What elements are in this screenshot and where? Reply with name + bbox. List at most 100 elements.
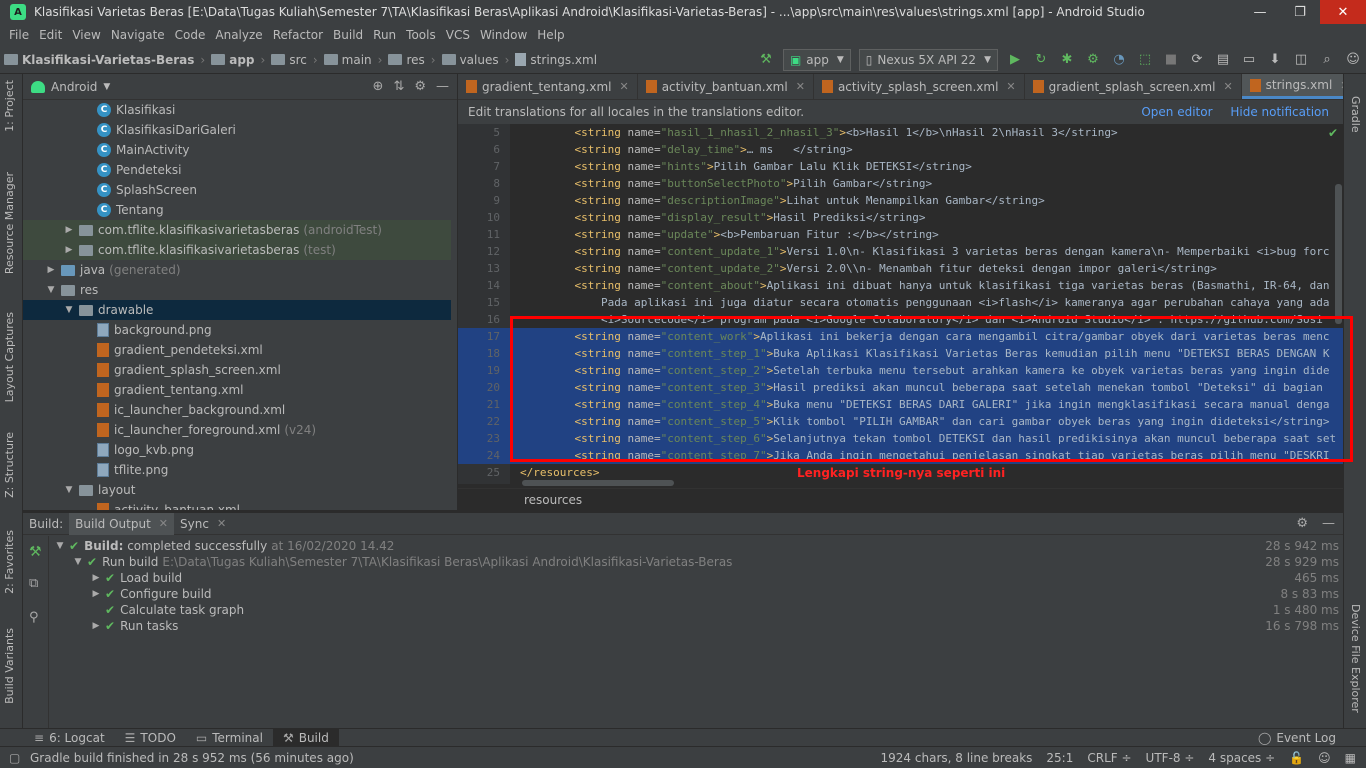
breadcrumb-resources[interactable]: resources xyxy=(524,493,582,507)
breadcrumb-main[interactable]: main xyxy=(320,53,376,67)
lock-icon[interactable]: 🔓 xyxy=(1289,751,1304,765)
menu-file[interactable]: File xyxy=(4,28,34,42)
collapse-icon[interactable]: ⇅ xyxy=(393,79,404,94)
code-line[interactable]: 13 <string name="content_update_2">Versi… xyxy=(458,260,1343,277)
tree-item[interactable]: gradient_pendeteksi.xml xyxy=(23,340,451,360)
tree-item[interactable]: C Pendeteksi xyxy=(23,160,451,180)
expand-arrow-icon[interactable]: ▼ xyxy=(63,485,75,495)
code-line[interactable]: 10 <string name="display_result">Hasil P… xyxy=(458,209,1343,226)
code-line[interactable]: 14 <string name="content_about">Aplikasi… xyxy=(458,277,1343,294)
line-separator[interactable]: CRLF ÷ xyxy=(1087,751,1131,765)
editor-tab[interactable]: strings.xml ✕ xyxy=(1241,74,1343,99)
expand-arrow-icon[interactable]: ▶ xyxy=(63,245,75,255)
editor-tab[interactable]: activity_splash_screen.xml ✕ xyxy=(814,74,1025,99)
tree-item[interactable]: ▶ com.tflite.klasifikasivarietasberas (tes… xyxy=(23,240,451,260)
avd-manager-icon[interactable]: ▭ xyxy=(1238,49,1260,71)
gear-icon[interactable]: ⚙ xyxy=(414,79,426,94)
close-window-button[interactable]: ✕ xyxy=(1320,0,1366,24)
close-icon[interactable]: ✕ xyxy=(217,517,226,530)
close-icon[interactable]: ✕ xyxy=(159,517,168,530)
breadcrumb-app[interactable]: app xyxy=(207,53,258,67)
tab-device-file-explorer[interactable]: Device File Explorer xyxy=(1349,604,1362,713)
menu-tools[interactable]: Tools xyxy=(401,28,441,42)
expand-arrow-icon[interactable]: ▼ xyxy=(45,285,57,295)
tool-tab-build[interactable]: ⚒ Build xyxy=(272,728,339,747)
tree-item[interactable]: gradient_splash_screen.xml xyxy=(23,360,451,380)
build-row[interactable]: ▼ ✔ Run build E:\Data\Tugas Kuliah\Semester… xyxy=(51,554,1341,570)
tree-item[interactable]: ic_launcher_background.xml xyxy=(23,400,451,420)
status-toggle-icon[interactable]: ▢ xyxy=(9,751,20,765)
memory-icon[interactable]: ▦ xyxy=(1345,751,1356,765)
menu-refactor[interactable]: Refactor xyxy=(268,28,328,42)
run-config-select[interactable]: ▣ app ▼ xyxy=(782,48,851,71)
inspector-icon[interactable]: ☺ xyxy=(1318,751,1331,765)
code-line[interactable]: 23 <string name="content_step_6">Selanju… xyxy=(458,430,1343,447)
menu-navigate[interactable]: Navigate xyxy=(106,28,170,42)
build-row[interactable]: ▼ ✔ Build: completed successfully at 16/02/… xyxy=(51,538,1341,554)
debug-icon[interactable]: ✱ xyxy=(1056,49,1078,71)
close-icon[interactable]: ✕ xyxy=(1223,80,1232,93)
tree-item[interactable]: C MainActivity xyxy=(23,140,451,160)
tab-favorites[interactable]: 2: Favorites xyxy=(3,530,16,594)
editor-tab[interactable]: gradient_splash_screen.xml ✕ xyxy=(1025,74,1242,99)
expand-arrow-icon[interactable]: ▼ xyxy=(63,305,75,315)
run-icon[interactable]: ▶ xyxy=(1004,49,1026,71)
menu-run[interactable]: Run xyxy=(368,28,401,42)
horizontal-scrollbar[interactable] xyxy=(522,480,674,486)
build-row[interactable]: ✔ Calculate task graph 1 s 480 ms xyxy=(51,602,1341,618)
menu-help[interactable]: Help xyxy=(532,28,569,42)
close-icon[interactable]: ✕ xyxy=(796,80,805,93)
stop-icon[interactable]: ■ xyxy=(1160,49,1182,71)
tree-item[interactable]: background.png xyxy=(23,320,451,340)
tab-gradle[interactable]: Gradle xyxy=(1349,96,1362,133)
expand-arrow-icon[interactable]: ▶ xyxy=(91,589,101,599)
menu-window[interactable]: Window xyxy=(475,28,532,42)
expand-arrow-icon[interactable]: ▼ xyxy=(55,541,65,551)
code-line[interactable]: 11 <string name="update"><b>Pembaruan Fi… xyxy=(458,226,1343,243)
sdk-manager-icon[interactable]: ⬇ xyxy=(1264,49,1286,71)
expand-arrow-icon[interactable]: ▶ xyxy=(63,225,75,235)
expand-arrow-icon[interactable]: ▶ xyxy=(91,621,101,631)
tool-tab-logcat[interactable]: ≡ 6: Logcat xyxy=(24,729,115,747)
apply-changes-icon[interactable]: ↻ xyxy=(1030,49,1052,71)
code-line[interactable]: 17 <string name="content_work">Aplikasi … xyxy=(458,328,1343,345)
feedback-icon[interactable]: ☺ xyxy=(1342,49,1364,71)
code-line[interactable]: 20 <string name="content_step_3">Hasil p… xyxy=(458,379,1343,396)
tool-tab-todo[interactable]: ☰ TODO xyxy=(115,729,186,747)
tree-item[interactable]: ▼ res xyxy=(23,280,451,300)
code-line[interactable]: 24 <string name="content_step_7">Jika An… xyxy=(458,447,1343,464)
project-view-select[interactable]: Android xyxy=(51,80,97,94)
code-line[interactable]: 19 <string name="content_step_2">Setelah… xyxy=(458,362,1343,379)
breadcrumb-project[interactable]: Klasifikasi-Varietas-Beras xyxy=(0,53,198,67)
structure-icon[interactable]: ▤ xyxy=(1212,49,1234,71)
editor-tab[interactable]: activity_bantuan.xml ✕ xyxy=(638,74,814,99)
code-line[interactable]: 6 <string name="delay_time">… ms </strin… xyxy=(458,141,1343,158)
minimize-button[interactable]: — xyxy=(1240,0,1280,24)
hammer-icon[interactable]: ⚒ xyxy=(29,544,42,560)
tree-item[interactable]: C Tentang xyxy=(23,200,451,220)
debug-attach-icon[interactable]: ⬚ xyxy=(1134,49,1156,71)
tree-item[interactable]: ▼ layout xyxy=(23,480,451,500)
menu-vcs[interactable]: VCS xyxy=(441,28,475,42)
tree-item[interactable]: C SplashScreen xyxy=(23,180,451,200)
menu-edit[interactable]: Edit xyxy=(34,28,67,42)
layout-inspector-icon[interactable]: ◫ xyxy=(1290,49,1312,71)
code-line[interactable]: 5 <string name="hasil_1_nhasil_2_nhasil_… xyxy=(458,124,1343,141)
close-icon[interactable]: ✕ xyxy=(1340,79,1343,92)
device-select[interactable]: ▯ Nexus 5X API 22 ▼ xyxy=(858,48,998,71)
build-row[interactable]: ▶ ✔ Run tasks 16 s 798 ms xyxy=(51,618,1341,634)
tree-item[interactable]: ▶ com.tflite.klasifikasivarietasberas (and… xyxy=(23,220,451,240)
tab-resource-manager[interactable]: Resource Manager xyxy=(3,172,16,274)
hide-icon[interactable]: — xyxy=(1322,516,1335,531)
tree-item[interactable]: C Klasifikasi xyxy=(23,100,451,120)
code-line[interactable]: 16 <i>Sourcecode</i> program pada <i>Goo… xyxy=(458,311,1343,328)
caret-position[interactable]: 25:1 xyxy=(1046,751,1073,765)
expand-arrow-icon[interactable]: ▶ xyxy=(45,265,57,275)
menu-analyze[interactable]: Analyze xyxy=(210,28,267,42)
indent-setting[interactable]: 4 spaces ÷ xyxy=(1208,751,1275,765)
menu-code[interactable]: Code xyxy=(170,28,211,42)
code-line[interactable]: 18 <string name="content_step_1">Buka Ap… xyxy=(458,345,1343,362)
expand-arrow-icon[interactable]: ▶ xyxy=(91,573,101,583)
close-icon[interactable]: ✕ xyxy=(619,80,628,93)
scrollbar[interactable] xyxy=(1335,184,1342,324)
